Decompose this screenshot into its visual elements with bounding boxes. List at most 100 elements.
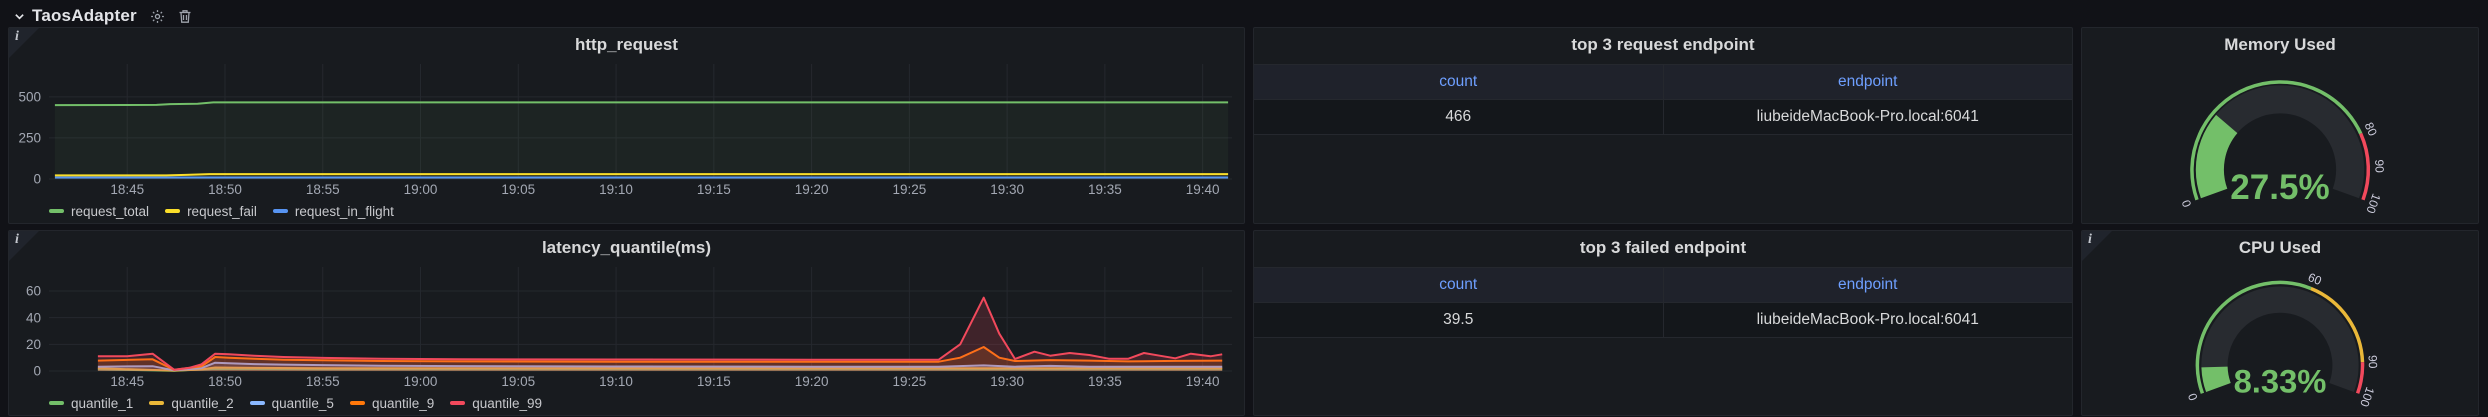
svg-text:250: 250 xyxy=(18,131,41,146)
svg-text:19:10: 19:10 xyxy=(599,182,633,197)
svg-text:19:20: 19:20 xyxy=(795,374,829,389)
legend-item-quantile_1[interactable]: quantile_1 xyxy=(49,396,133,411)
svg-text:19:35: 19:35 xyxy=(1088,182,1122,197)
panel-top-request-endpoint: top 3 request endpoint count endpoint 46… xyxy=(1253,27,2073,224)
cell-count: 39.5 xyxy=(1254,303,1664,337)
legend-item-quantile_2[interactable]: quantile_2 xyxy=(149,396,233,411)
panel-title[interactable]: http_request xyxy=(9,28,1244,56)
svg-text:19:05: 19:05 xyxy=(501,182,535,197)
legend-label: quantile_99 xyxy=(472,396,542,411)
gear-icon[interactable] xyxy=(150,9,165,24)
series-lines xyxy=(98,298,1222,371)
panel-memory-used: Memory Used 0809010027.5% xyxy=(2081,27,2479,224)
row-title-toggle[interactable]: TaosAdapter xyxy=(14,6,137,26)
legend-swatch xyxy=(350,401,365,405)
axis-labels: 020406018:4518:5018:5519:0019:0519:1019:… xyxy=(26,284,1220,389)
svg-text:19:00: 19:00 xyxy=(404,374,438,389)
svg-text:18:50: 18:50 xyxy=(208,374,242,389)
legend-item-request_fail[interactable]: request_fail xyxy=(165,204,257,219)
legend-swatch xyxy=(49,401,64,405)
chevron-down-icon xyxy=(14,11,25,22)
memory-gauge: 0809010027.5% xyxy=(2082,56,2478,223)
legend-label: quantile_9 xyxy=(372,396,434,411)
column-header-count[interactable]: count xyxy=(1254,65,1664,99)
cell-endpoint: liubeideMacBook-Pro.local:6041 xyxy=(1664,100,2073,134)
svg-text:20: 20 xyxy=(26,337,41,352)
panel-title[interactable]: CPU Used xyxy=(2082,231,2478,259)
svg-text:19:20: 19:20 xyxy=(795,182,829,197)
legend-item-request_in_flight[interactable]: request_in_flight xyxy=(273,204,394,219)
legend-swatch xyxy=(149,401,164,405)
table-header-row: count endpoint xyxy=(1254,64,2072,100)
chart-legend: quantile_1 quantile_2 quantile_5 quantile_9… xyxy=(9,391,1244,415)
panel-title[interactable]: top 3 failed endpoint xyxy=(1254,231,2072,259)
trash-icon[interactable] xyxy=(178,9,192,24)
table-row: 39.5 liubeideMacBook-Pro.local:6041 xyxy=(1254,303,2072,338)
legend-item-request_total[interactable]: request_total xyxy=(49,204,149,219)
info-icon: i xyxy=(15,29,19,45)
cell-endpoint: liubeideMacBook-Pro.local:6041 xyxy=(1664,303,2073,337)
legend-item-quantile_99[interactable]: quantile_99 xyxy=(450,396,542,411)
failed-endpoint-table: count endpoint 39.5 liubeideMacBook-Pro.… xyxy=(1254,267,2072,338)
legend-swatch xyxy=(273,209,288,213)
svg-text:19:30: 19:30 xyxy=(990,182,1024,197)
legend-item-quantile_5[interactable]: quantile_5 xyxy=(250,396,334,411)
legend-label: quantile_5 xyxy=(272,396,334,411)
column-header-endpoint[interactable]: endpoint xyxy=(1664,65,2073,99)
svg-text:60: 60 xyxy=(2306,270,2324,288)
svg-text:0: 0 xyxy=(33,364,41,379)
gauge-value: 27.5% xyxy=(2230,168,2329,207)
svg-text:19:40: 19:40 xyxy=(1186,182,1220,197)
gauge-value: 8.33% xyxy=(2234,363,2327,400)
legend-label: quantile_2 xyxy=(171,396,233,411)
legend-item-quantile_9[interactable]: quantile_9 xyxy=(350,396,434,411)
info-icon: i xyxy=(2088,232,2092,248)
svg-text:19:25: 19:25 xyxy=(892,374,926,389)
svg-text:90: 90 xyxy=(2372,159,2386,173)
svg-text:60: 60 xyxy=(26,284,41,299)
svg-text:19:00: 19:00 xyxy=(404,182,438,197)
panel-info-corner[interactable]: i xyxy=(9,28,39,58)
panel-top-failed-endpoint: top 3 failed endpoint count endpoint 39.… xyxy=(1253,230,2073,416)
panel-info-corner[interactable]: i xyxy=(2082,231,2112,261)
svg-text:19:15: 19:15 xyxy=(697,374,731,389)
svg-text:40: 40 xyxy=(26,310,41,325)
svg-text:18:55: 18:55 xyxy=(306,374,340,389)
column-header-count[interactable]: count xyxy=(1254,268,1664,302)
panel-grid: i http_request 0 250 500 18:45 18:50 18:55 19:… xyxy=(0,26,2488,416)
legend-swatch xyxy=(250,401,265,405)
legend-label: quantile_1 xyxy=(71,396,133,411)
table-row: 466 liubeideMacBook-Pro.local:6041 xyxy=(1254,100,2072,135)
series-lines xyxy=(55,102,1228,179)
panel-cpu-used: i CPU Used 060901008.33% xyxy=(2081,230,2479,416)
svg-text:500: 500 xyxy=(18,90,41,105)
legend-label: request_fail xyxy=(187,204,257,219)
cell-count: 466 xyxy=(1254,100,1664,134)
svg-text:18:45: 18:45 xyxy=(110,182,144,197)
info-icon: i xyxy=(15,232,19,248)
panel-latency-quantile: i latency_quantile(ms) 0 20 40 60 18:45 18:50… xyxy=(8,230,1245,416)
svg-text:19:05: 19:05 xyxy=(501,374,535,389)
panel-http-request: i http_request 025050018:4518:5018:5519:… xyxy=(8,27,1245,224)
request-endpoint-table: count endpoint 466 liubeideMacBook-Pro.l… xyxy=(1254,64,2072,135)
panel-info-corner[interactable]: i xyxy=(9,231,39,261)
svg-text:90: 90 xyxy=(2366,355,2380,369)
svg-text:80: 80 xyxy=(2362,120,2380,138)
legend-swatch xyxy=(165,209,180,213)
http-request-chart: 025050018:4518:5018:5519:0019:0519:1019:… xyxy=(9,56,1244,199)
panel-title[interactable]: top 3 request endpoint xyxy=(1254,28,2072,56)
svg-text:19:15: 19:15 xyxy=(697,182,731,197)
svg-text:19:40: 19:40 xyxy=(1186,374,1220,389)
legend-label: request_in_flight xyxy=(295,204,394,219)
legend-swatch xyxy=(450,401,465,405)
dashboard-row-header: TaosAdapter xyxy=(0,0,2488,26)
svg-text:18:45: 18:45 xyxy=(110,374,144,389)
chart-legend: request_total request_fail request_in_flig… xyxy=(9,199,1244,223)
panel-title[interactable]: latency_quantile(ms) xyxy=(9,231,1244,259)
panel-title[interactable]: Memory Used xyxy=(2082,28,2478,56)
column-header-endpoint[interactable]: endpoint xyxy=(1664,268,2073,302)
cpu-gauge: 060901008.33% xyxy=(2082,259,2478,415)
table-header-row: count endpoint xyxy=(1254,267,2072,303)
svg-text:0: 0 xyxy=(2185,391,2201,402)
svg-text:18:50: 18:50 xyxy=(208,182,242,197)
